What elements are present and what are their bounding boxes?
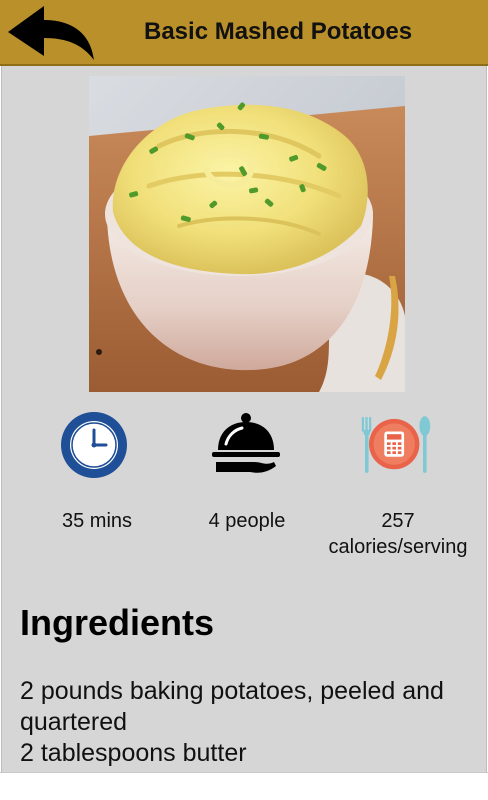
calories-label: 257 calories/serving: [328, 510, 468, 558]
back-arrow-icon: [8, 6, 94, 60]
list-item: 2 tablespoons butter: [20, 739, 247, 767]
clock-icon: [61, 412, 127, 478]
prep-time-label: 35 mins: [61, 510, 133, 532]
servings-label: 4 people: [208, 510, 286, 532]
app-header: Basic Mashed Potatoes: [0, 0, 488, 66]
serving-cloche-icon: [212, 413, 280, 473]
mashed-potatoes-photo: [89, 76, 405, 392]
page-title: Basic Mashed Potatoes: [144, 18, 413, 45]
ingredients-heading: Ingredients: [20, 602, 215, 643]
calorie-calculator-icon: [361, 416, 431, 473]
ingredients-list: 2 pounds baking potatoes, peeled and qua…: [20, 676, 460, 769]
list-item: 2 pounds baking potatoes, peeled and qua…: [20, 677, 444, 736]
divider: [0, 772, 488, 773]
recipe-panel: 35 mins 4 people 257 calories/serving In…: [1, 66, 487, 772]
back-button[interactable]: [6, 4, 98, 62]
